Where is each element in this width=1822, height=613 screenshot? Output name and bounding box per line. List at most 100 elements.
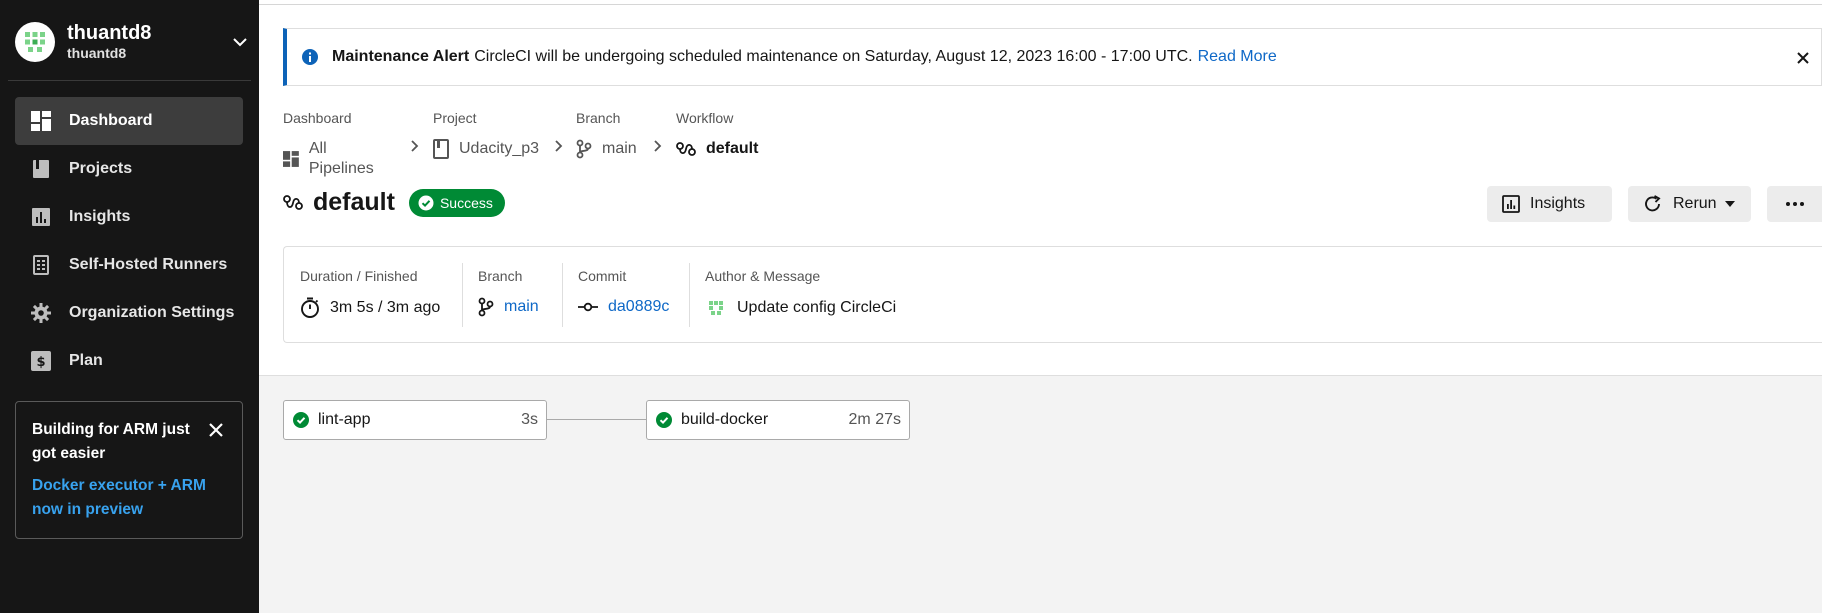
- insights-icon: [31, 207, 51, 227]
- job-card-lint-app[interactable]: lint-app 3s: [283, 400, 547, 440]
- breadcrumb-workflow: Workflow default: [676, 110, 758, 159]
- sidebar-item-label: Insights: [69, 208, 131, 225]
- sidebar: thuantd8 thuantd8 Dashboard Projects Ins…: [0, 0, 259, 613]
- meta-duration: Duration / Finished 3m 5s / 3m ago: [300, 268, 440, 319]
- branch-icon: [478, 297, 494, 317]
- meta-divider: [689, 263, 690, 327]
- commit-icon: [578, 302, 598, 312]
- check-circle-icon: [418, 195, 434, 210]
- projects-icon: [31, 159, 51, 179]
- sidebar-item-dashboard[interactable]: Dashboard: [15, 97, 243, 145]
- dollar-icon: $: [31, 351, 51, 371]
- project-icon: [433, 139, 449, 159]
- breadcrumb-branch: Branch main: [576, 110, 637, 159]
- job-name: build-docker: [681, 411, 769, 428]
- breadcrumb-value: All Pipelines: [308, 140, 374, 177]
- sidebar-item-organization-settings[interactable]: Organization Settings: [15, 289, 243, 337]
- alert-text: CircleCI will be undergoing scheduled ma…: [474, 48, 1193, 65]
- meta-divider: [462, 263, 463, 327]
- org-avatar: [15, 22, 55, 62]
- meta-commit: Commit da0889c: [578, 268, 669, 317]
- close-icon[interactable]: [1795, 50, 1811, 66]
- meta-commit-link[interactable]: da0889c: [608, 297, 669, 317]
- meta-label: Duration / Finished: [300, 268, 418, 284]
- breadcrumb-workflow-current: default: [676, 139, 758, 159]
- workflow-icon: [676, 142, 696, 156]
- maintenance-alert: Maintenance Alert CircleCI will be under…: [283, 28, 1822, 86]
- job-duration: 2m 27s: [848, 411, 901, 428]
- alert-read-more-link[interactable]: Read More: [1198, 48, 1277, 66]
- job-duration: 3s: [521, 411, 538, 428]
- status-badge-label: Success: [439, 194, 493, 211]
- runners-icon: [31, 255, 51, 275]
- more-horizontal-icon: [1786, 202, 1804, 206]
- top-divider: [259, 4, 1822, 5]
- workflow-icon: [283, 194, 303, 210]
- breadcrumb-all-pipelines-link[interactable]: All Pipelines: [283, 139, 378, 179]
- meta-author: Author & Message Update config CircleCi: [705, 268, 896, 319]
- breadcrumb-label: Branch: [576, 110, 621, 126]
- dashboard-icon: [283, 151, 299, 167]
- insights-button[interactable]: Insights: [1487, 186, 1612, 222]
- sidebar-item-insights[interactable]: Insights: [15, 193, 243, 241]
- breadcrumb-value: main: [602, 140, 637, 157]
- check-circle-icon: [656, 412, 672, 428]
- status-badge: Success: [408, 188, 505, 217]
- sidebar-divider: [8, 80, 251, 81]
- dashboard-icon: [31, 111, 51, 131]
- org-switcher[interactable]: thuantd8 thuantd8: [15, 21, 250, 63]
- close-icon[interactable]: [208, 422, 224, 438]
- breadcrumb-project: Project Udacity_p3: [433, 110, 539, 159]
- breadcrumb-value: default: [706, 140, 759, 157]
- job-connector: [547, 419, 646, 420]
- page-title: default: [313, 188, 395, 216]
- meta-commit-message: Update config CircleCi: [737, 299, 897, 316]
- meta-branch-link[interactable]: main: [504, 297, 539, 317]
- rerun-button[interactable]: Rerun: [1628, 186, 1751, 222]
- more-options-button[interactable]: [1767, 186, 1822, 222]
- sidebar-item-self-hosted-runners[interactable]: Self-Hosted Runners: [15, 241, 243, 289]
- job-name: lint-app: [318, 411, 371, 428]
- caret-down-icon: [1724, 201, 1735, 207]
- breadcrumb-value: Udacity_p3: [459, 140, 540, 157]
- chevron-right-icon: [555, 140, 563, 152]
- meta-label: Author & Message: [705, 268, 821, 284]
- refresh-icon: [1645, 195, 1661, 212]
- sidebar-item-plan[interactable]: $ Plan: [15, 337, 243, 385]
- meta-branch: Branch main: [478, 268, 539, 317]
- breadcrumb-dashboard: Dashboard All Pipelines: [283, 110, 378, 179]
- breadcrumb-branch-link[interactable]: main: [576, 139, 637, 159]
- author-avatar: [705, 297, 727, 319]
- meta-label: Commit: [578, 268, 627, 284]
- check-circle-icon: [293, 412, 309, 428]
- org-name: thuantd8: [67, 22, 152, 44]
- meta-divider: [562, 263, 563, 327]
- svg-text:$: $: [36, 355, 45, 370]
- breadcrumb-label: Project: [433, 110, 477, 126]
- breadcrumb-label: Dashboard: [283, 110, 352, 126]
- promo-card: Building for ARM just got easier Docker …: [15, 401, 243, 539]
- timer-icon: [301, 297, 319, 318]
- promo-link[interactable]: Docker executor + ARM now in preview: [32, 474, 217, 522]
- breadcrumb-project-link[interactable]: Udacity_p3: [433, 139, 539, 159]
- sidebar-item-label: Organization Settings: [69, 304, 235, 321]
- org-subname: thuantd8: [67, 45, 127, 61]
- sidebar-item-projects[interactable]: Projects: [15, 145, 243, 193]
- alert-title: Maintenance Alert: [332, 48, 470, 65]
- info-icon: [301, 48, 319, 66]
- job-card-build-docker[interactable]: build-docker 2m 27s: [646, 400, 910, 440]
- sidebar-nav: Dashboard Projects Insights Self-Hosted …: [15, 97, 243, 385]
- meta-duration-value: 3m 5s / 3m ago: [330, 299, 441, 316]
- workflow-meta-card: Duration / Finished 3m 5s / 3m ago Branc…: [283, 246, 1822, 343]
- sidebar-item-label: Self-Hosted Runners: [69, 256, 228, 273]
- chevron-right-icon: [411, 140, 419, 152]
- sidebar-item-label: Dashboard: [69, 112, 153, 129]
- workflow-header: default Success: [283, 188, 505, 217]
- insights-icon: [1502, 195, 1520, 213]
- chevron-down-icon[interactable]: [230, 32, 250, 52]
- insights-button-label: Insights: [1530, 195, 1586, 212]
- sidebar-item-label: Projects: [69, 160, 133, 177]
- sidebar-item-label: Plan: [69, 352, 103, 369]
- breadcrumb-label: Workflow: [676, 110, 734, 126]
- promo-title: Building for ARM just got easier: [32, 421, 190, 462]
